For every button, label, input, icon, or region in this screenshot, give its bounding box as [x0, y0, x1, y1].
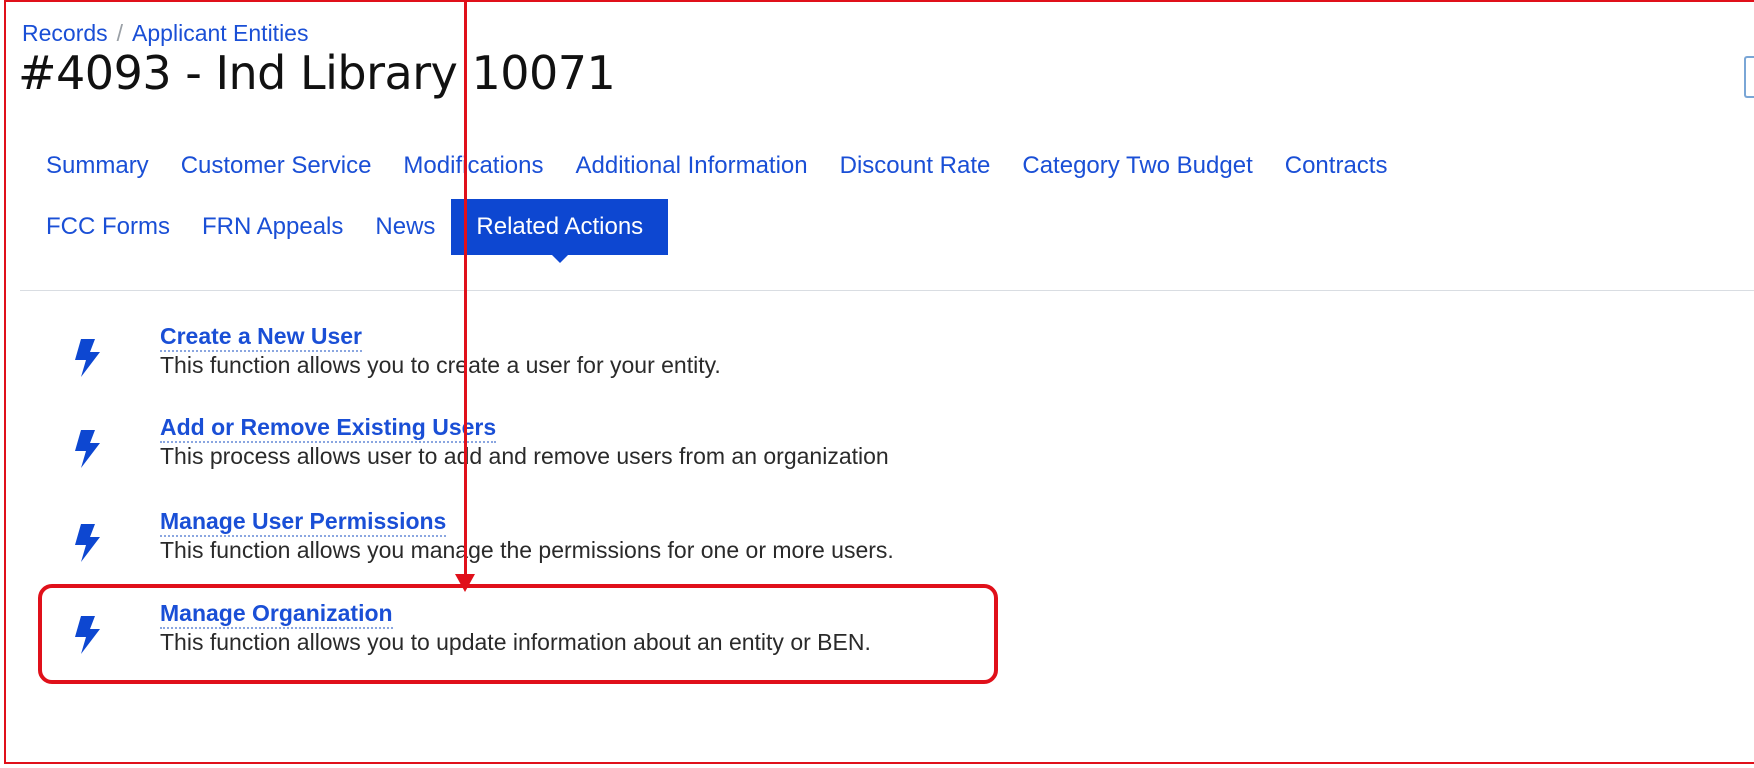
- tab-category-two-budget[interactable]: Category Two Budget: [1006, 138, 1268, 194]
- annotation-highlight-box: [38, 584, 998, 684]
- tab-frn-appeals[interactable]: FRN Appeals: [186, 199, 359, 255]
- tab-news[interactable]: News: [359, 199, 451, 255]
- tab-customer-service[interactable]: Customer Service: [165, 138, 388, 194]
- tab-related-actions[interactable]: Related Actions: [451, 199, 669, 263]
- action-add-remove-users: Add or Remove Existing Users This proces…: [60, 413, 1000, 493]
- bolt-icon: [75, 524, 100, 562]
- annotation-arrow-line: [464, 0, 467, 578]
- tab-modifications[interactable]: Modifications: [387, 138, 559, 194]
- tab-bar-primary: Summary Customer Service Modifications A…: [30, 138, 1403, 194]
- action-description: This function allows you manage the perm…: [160, 537, 894, 563]
- annotation-arrow-head: [455, 574, 475, 592]
- tab-bar-secondary: FCC Forms FRN Appeals News Related Actio…: [30, 199, 669, 263]
- action-description: This process allows user to add and remo…: [160, 443, 889, 469]
- breadcrumb-separator: /: [116, 20, 124, 46]
- action-manage-user-permissions: Manage User Permissions This function al…: [60, 507, 1000, 587]
- tab-additional-information[interactable]: Additional Information: [559, 138, 823, 194]
- action-create-new-user: Create a New User This function allows y…: [60, 322, 1000, 402]
- tab-fcc-forms[interactable]: FCC Forms: [30, 199, 186, 255]
- breadcrumb-records[interactable]: Records: [22, 20, 108, 46]
- breadcrumb: Records / Applicant Entities: [22, 20, 308, 47]
- breadcrumb-applicant-entities[interactable]: Applicant Entities: [132, 20, 308, 46]
- action-title[interactable]: Create a New User: [160, 322, 362, 352]
- action-title[interactable]: Manage User Permissions: [160, 507, 447, 537]
- tab-divider: [20, 290, 1754, 291]
- page-title: #4093 - Ind Library 10071: [18, 46, 616, 100]
- header-action-button[interactable]: [1744, 56, 1754, 98]
- bolt-icon: [75, 430, 100, 468]
- tab-discount-rate[interactable]: Discount Rate: [824, 138, 1007, 194]
- action-title[interactable]: Add or Remove Existing Users: [160, 413, 497, 443]
- tab-summary[interactable]: Summary: [30, 138, 165, 194]
- bolt-icon: [75, 339, 100, 377]
- tab-contracts[interactable]: Contracts: [1269, 138, 1404, 194]
- action-description: This function allows you to create a use…: [160, 352, 721, 378]
